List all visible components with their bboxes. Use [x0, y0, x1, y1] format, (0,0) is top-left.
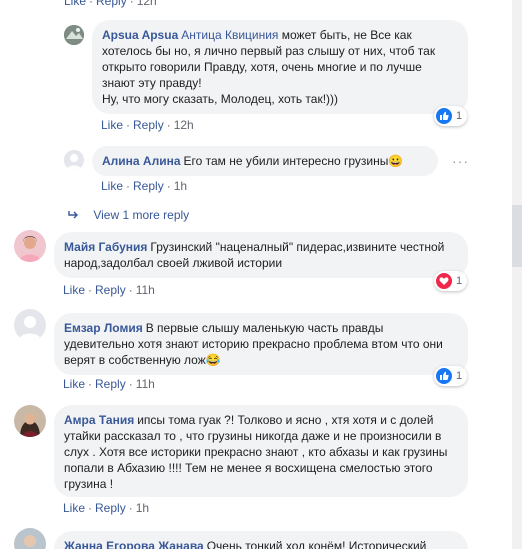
- comment-bubble: Амра Тания ипсы тома гуак ?! Толково и яс…: [54, 405, 468, 497]
- avatar[interactable]: [64, 25, 84, 45]
- timestamp[interactable]: 12h: [174, 118, 194, 132]
- comment-author[interactable]: Амра Тания: [64, 413, 134, 427]
- comment-actions: Like · Reply · 11h: [63, 283, 155, 297]
- reaction-count: 1: [456, 110, 463, 122]
- reply-link[interactable]: Reply: [95, 283, 126, 297]
- mention-link[interactable]: Антица Квициния: [181, 28, 278, 42]
- comment-author[interactable]: Емзар Ломия: [64, 321, 143, 335]
- comment-author[interactable]: Майя Габуния: [64, 240, 147, 254]
- scrollbar-track[interactable]: [512, 0, 522, 549]
- reply-link[interactable]: Reply: [133, 118, 164, 132]
- reply-link[interactable]: Reply: [96, 0, 127, 8]
- comment-actions-top: Like · Reply · 12h: [64, 0, 157, 8]
- love-icon: [436, 273, 452, 289]
- like-icon: [436, 368, 452, 384]
- like-link[interactable]: Like: [63, 377, 85, 391]
- comment-bubble: Жанна Егорова Жанава Очень тонкий ход кон…: [54, 531, 468, 549]
- comment-author[interactable]: Жанна Егорова Жанава: [64, 539, 204, 549]
- more-options-icon[interactable]: ···: [452, 153, 469, 169]
- comment-actions: Like · Reply · 12h: [101, 118, 194, 132]
- comment-actions: Like · Reply · 1h: [63, 501, 150, 515]
- comment-bubble: Майя Габуния Грузинский "наценалный" пиде…: [54, 232, 468, 278]
- like-link[interactable]: Like: [64, 0, 86, 8]
- comment-text: Его там не убили интересно грузины: [183, 154, 389, 168]
- avatar[interactable]: [14, 405, 46, 437]
- like-link[interactable]: Like: [101, 179, 123, 193]
- scrollbar-thumb[interactable]: [512, 205, 522, 267]
- reaction-count: 1: [456, 275, 463, 287]
- like-link[interactable]: Like: [63, 501, 85, 515]
- like-link[interactable]: Like: [63, 283, 85, 297]
- timestamp[interactable]: 11h: [136, 377, 155, 391]
- view-more-replies[interactable]: View 1 more reply: [68, 208, 189, 222]
- laughing-emoji: 😂: [205, 353, 221, 367]
- timestamp[interactable]: 1h: [136, 501, 149, 515]
- comment-author[interactable]: Алина Алина: [102, 154, 181, 168]
- timestamp[interactable]: 1h: [174, 179, 187, 193]
- reply-arrow-icon: [68, 208, 80, 222]
- comment-bubble: Apsua Apsua Антица Квициния может быть, н…: [92, 20, 468, 114]
- reply-link[interactable]: Reply: [133, 179, 164, 193]
- comment-author[interactable]: Apsua Apsua: [102, 28, 178, 42]
- comment-bubble: Емзар Ломия В первые слышу маленькую част…: [54, 313, 468, 375]
- grinning-emoji: 😀: [388, 154, 404, 168]
- avatar[interactable]: [14, 528, 46, 549]
- comment-actions: Like · Reply · 1h: [101, 179, 188, 193]
- timestamp[interactable]: 11h: [136, 283, 155, 297]
- avatar[interactable]: [14, 309, 46, 341]
- reaction-badge[interactable]: 1: [434, 106, 468, 126]
- reaction-badge[interactable]: 1: [434, 271, 468, 291]
- reaction-count: 1: [456, 370, 463, 382]
- avatar[interactable]: [64, 150, 84, 170]
- reaction-badge[interactable]: 1: [434, 366, 468, 386]
- reply-link[interactable]: Reply: [95, 501, 126, 515]
- like-icon: [436, 108, 452, 124]
- avatar[interactable]: [14, 230, 46, 262]
- timestamp[interactable]: 12h: [137, 0, 157, 8]
- comment-actions: Like · Reply · 11h: [63, 377, 155, 391]
- view-more-label: View 1 more reply: [93, 208, 190, 222]
- reply-link[interactable]: Reply: [95, 377, 126, 391]
- comment-text: Очень тонкий ход конём! Исторический: [206, 539, 427, 549]
- like-link[interactable]: Like: [101, 118, 123, 132]
- comment-bubble: Алина Алина Его там не убили интересно гр…: [92, 146, 438, 176]
